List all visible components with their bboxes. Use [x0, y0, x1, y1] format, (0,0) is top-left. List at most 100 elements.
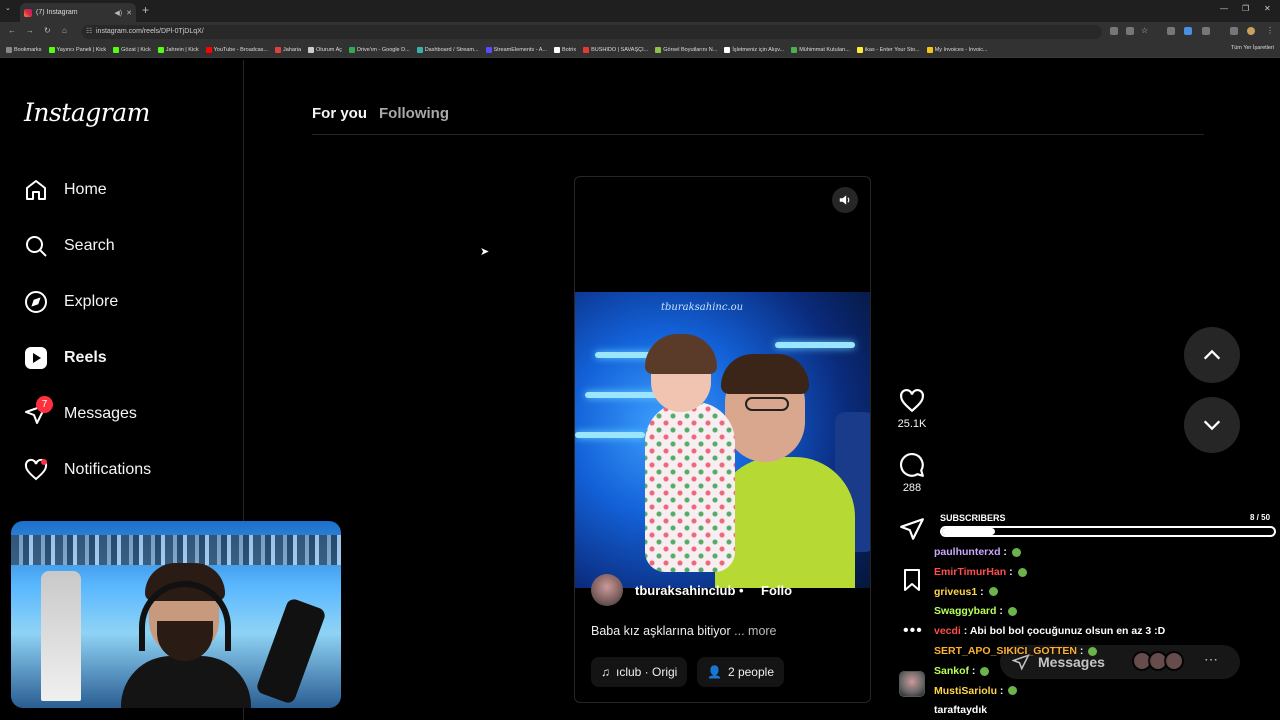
extension-icon[interactable]	[1110, 27, 1118, 35]
bookmark-item[interactable]: Botrix	[554, 46, 576, 53]
comment-icon	[900, 453, 924, 477]
close-window-icon[interactable]: ✕	[1264, 4, 1271, 13]
bookmark-item[interactable]: BUSHIDO | SAVAŞÇI...	[583, 46, 648, 53]
minimize-icon[interactable]: —	[1220, 4, 1228, 13]
forward-icon[interactable]: →	[26, 26, 34, 35]
emote-icon	[980, 666, 990, 676]
people-chip[interactable]: 👤 2 people	[697, 657, 784, 687]
bookmark-item[interactable]: Drive'ım - Google D...	[349, 46, 410, 53]
reel-card[interactable]: tburaksahinc.ou tburaksahinclub • Follo …	[574, 176, 871, 703]
chat-message: griveus1 :	[934, 583, 1280, 603]
bookmark-favicon-icon	[856, 46, 863, 53]
chat-separator: :	[960, 625, 970, 638]
author-username[interactable]: tburaksahinclub	[635, 583, 735, 598]
nav-explore[interactable]: Explore	[24, 290, 118, 314]
more-options-icon[interactable]: •••	[903, 622, 923, 640]
tab-following[interactable]: Following	[379, 105, 449, 122]
sound-toggle[interactable]	[832, 187, 858, 213]
nav-home[interactable]: Home	[24, 178, 107, 202]
chat-message: EmirTimurHan :	[934, 563, 1280, 583]
all-bookmarks[interactable]: Tüm Yer İşaretleri	[1231, 45, 1274, 51]
nav-reels[interactable]: Reels	[24, 346, 107, 370]
restore-icon[interactable]: ❐	[1242, 4, 1249, 13]
bookmark-item[interactable]: ikas - Enter Your Sto...	[856, 46, 920, 53]
next-reel-button[interactable]	[1184, 397, 1240, 453]
man-figure	[715, 457, 855, 588]
nav-notifications-label: Notifications	[64, 461, 152, 478]
profile-avatar[interactable]	[1247, 27, 1255, 35]
bookmark-item[interactable]: Görsel Boyutlarını N...	[655, 46, 717, 53]
chevron-up-icon	[1203, 349, 1221, 360]
chat-separator: :	[977, 585, 987, 598]
previous-reel-button[interactable]	[1184, 327, 1240, 383]
heart-icon	[24, 458, 48, 482]
extension-icon[interactable]	[1184, 27, 1192, 35]
extension-icon[interactable]	[1202, 27, 1210, 35]
streamer	[121, 561, 251, 708]
chat-username: EmirTimurHan	[934, 565, 1007, 578]
led-shelf	[575, 432, 645, 438]
subs-goal-label: SUBSCRIBERS	[940, 513, 1006, 523]
nav-notifications[interactable]: Notifications	[24, 458, 151, 482]
comment-action[interactable]: 288	[896, 452, 928, 494]
bookmark-star-icon[interactable]: ☆	[1141, 26, 1148, 35]
tab-close-icon[interactable]: ✕	[126, 9, 132, 17]
extension-icon[interactable]	[1167, 27, 1175, 35]
girl-hair	[645, 334, 717, 374]
tab-audio-icon[interactable]: ◀)	[114, 9, 122, 17]
feed-tabs: For you Following	[312, 105, 449, 122]
like-heart-icon	[900, 388, 924, 413]
like-action[interactable]: 25.1K	[896, 388, 928, 430]
bookmark-favicon-icon	[113, 46, 120, 53]
browser-tab[interactable]: (7) Instagram ◀) ✕	[20, 3, 136, 22]
reel-video[interactable]: tburaksahinc.ou	[575, 292, 870, 588]
streamer-webcam	[11, 521, 341, 708]
reload-icon[interactable]: ↻	[44, 26, 51, 35]
share-action[interactable]	[896, 516, 928, 546]
emote-icon	[988, 587, 998, 597]
bookmark-item[interactable]: İşletmeniz için Alışv...	[724, 46, 784, 53]
bookmark-item[interactable]: Bookmarks	[6, 46, 42, 53]
address-bar[interactable]: instagram.com/reels/DPl-0TjDLqX/	[82, 25, 1102, 39]
bookmark-item[interactable]: Yayıncı Paneli | Kick	[48, 46, 106, 53]
author-avatar[interactable]	[591, 574, 623, 606]
bookmark-item[interactable]: Gözat | Kick	[113, 46, 151, 53]
home-browser-icon[interactable]: ⌂	[62, 26, 67, 35]
caption-more-link[interactable]: ... more	[734, 624, 776, 638]
bookmark-item[interactable]: Oturum Aç	[308, 46, 342, 53]
extension-icon[interactable]	[1230, 27, 1238, 35]
bookmark-favicon-icon	[485, 46, 492, 53]
tab-title: (7) Instagram	[36, 9, 78, 16]
bookmark-item[interactable]: Dashboard / Stream...	[416, 46, 479, 53]
bookmark-item[interactable]: Jaharia	[274, 46, 301, 53]
save-action[interactable]	[896, 568, 928, 596]
tab-for-you[interactable]: For you	[312, 105, 367, 122]
audio-chip[interactable]: ♫ ıclub · Origi	[591, 657, 688, 687]
new-tab-icon[interactable]: +	[142, 3, 149, 17]
nav-search[interactable]: Search	[24, 234, 115, 258]
bookmark-favicon-icon	[205, 46, 212, 53]
bookmark-favicon-icon	[349, 46, 355, 53]
bookmark-item[interactable]: Jahrein | Kick	[157, 46, 199, 53]
follow-button[interactable]: Follo	[761, 583, 792, 598]
menu-kebab-icon[interactable]: ⋮	[1266, 26, 1274, 35]
chat-username: Swaggybard	[934, 605, 997, 618]
subs-goal-bar	[940, 526, 1276, 537]
bookmark-item[interactable]: StreamElements - A...	[485, 46, 547, 53]
instagram-logo[interactable]: Instagram	[24, 98, 150, 127]
nav-messages[interactable]: 7 Messages	[24, 396, 137, 426]
back-icon[interactable]: ←	[8, 26, 16, 35]
tab-search-icon[interactable]: ⌄	[5, 4, 11, 12]
bookmark-label: YouTube - Broadcas...	[213, 46, 268, 53]
emote-icon	[1008, 686, 1018, 696]
bookmark-item[interactable]: YouTube - Broadcas...	[205, 46, 268, 53]
audio-thumbnail[interactable]	[899, 671, 925, 697]
author-name[interactable]: tburaksahinclub •	[635, 583, 744, 598]
chevron-down-icon	[1203, 420, 1221, 431]
bookmark-item[interactable]: My Invoices - Invoic...	[926, 46, 988, 53]
bookmark-item[interactable]: Mühimmat Kutuları...	[791, 46, 850, 53]
chat-username: Sankof	[934, 664, 970, 677]
music-note-icon: ♫	[601, 665, 610, 679]
bookmark-favicon-icon	[655, 46, 662, 53]
zoom-icon[interactable]	[1126, 27, 1134, 35]
